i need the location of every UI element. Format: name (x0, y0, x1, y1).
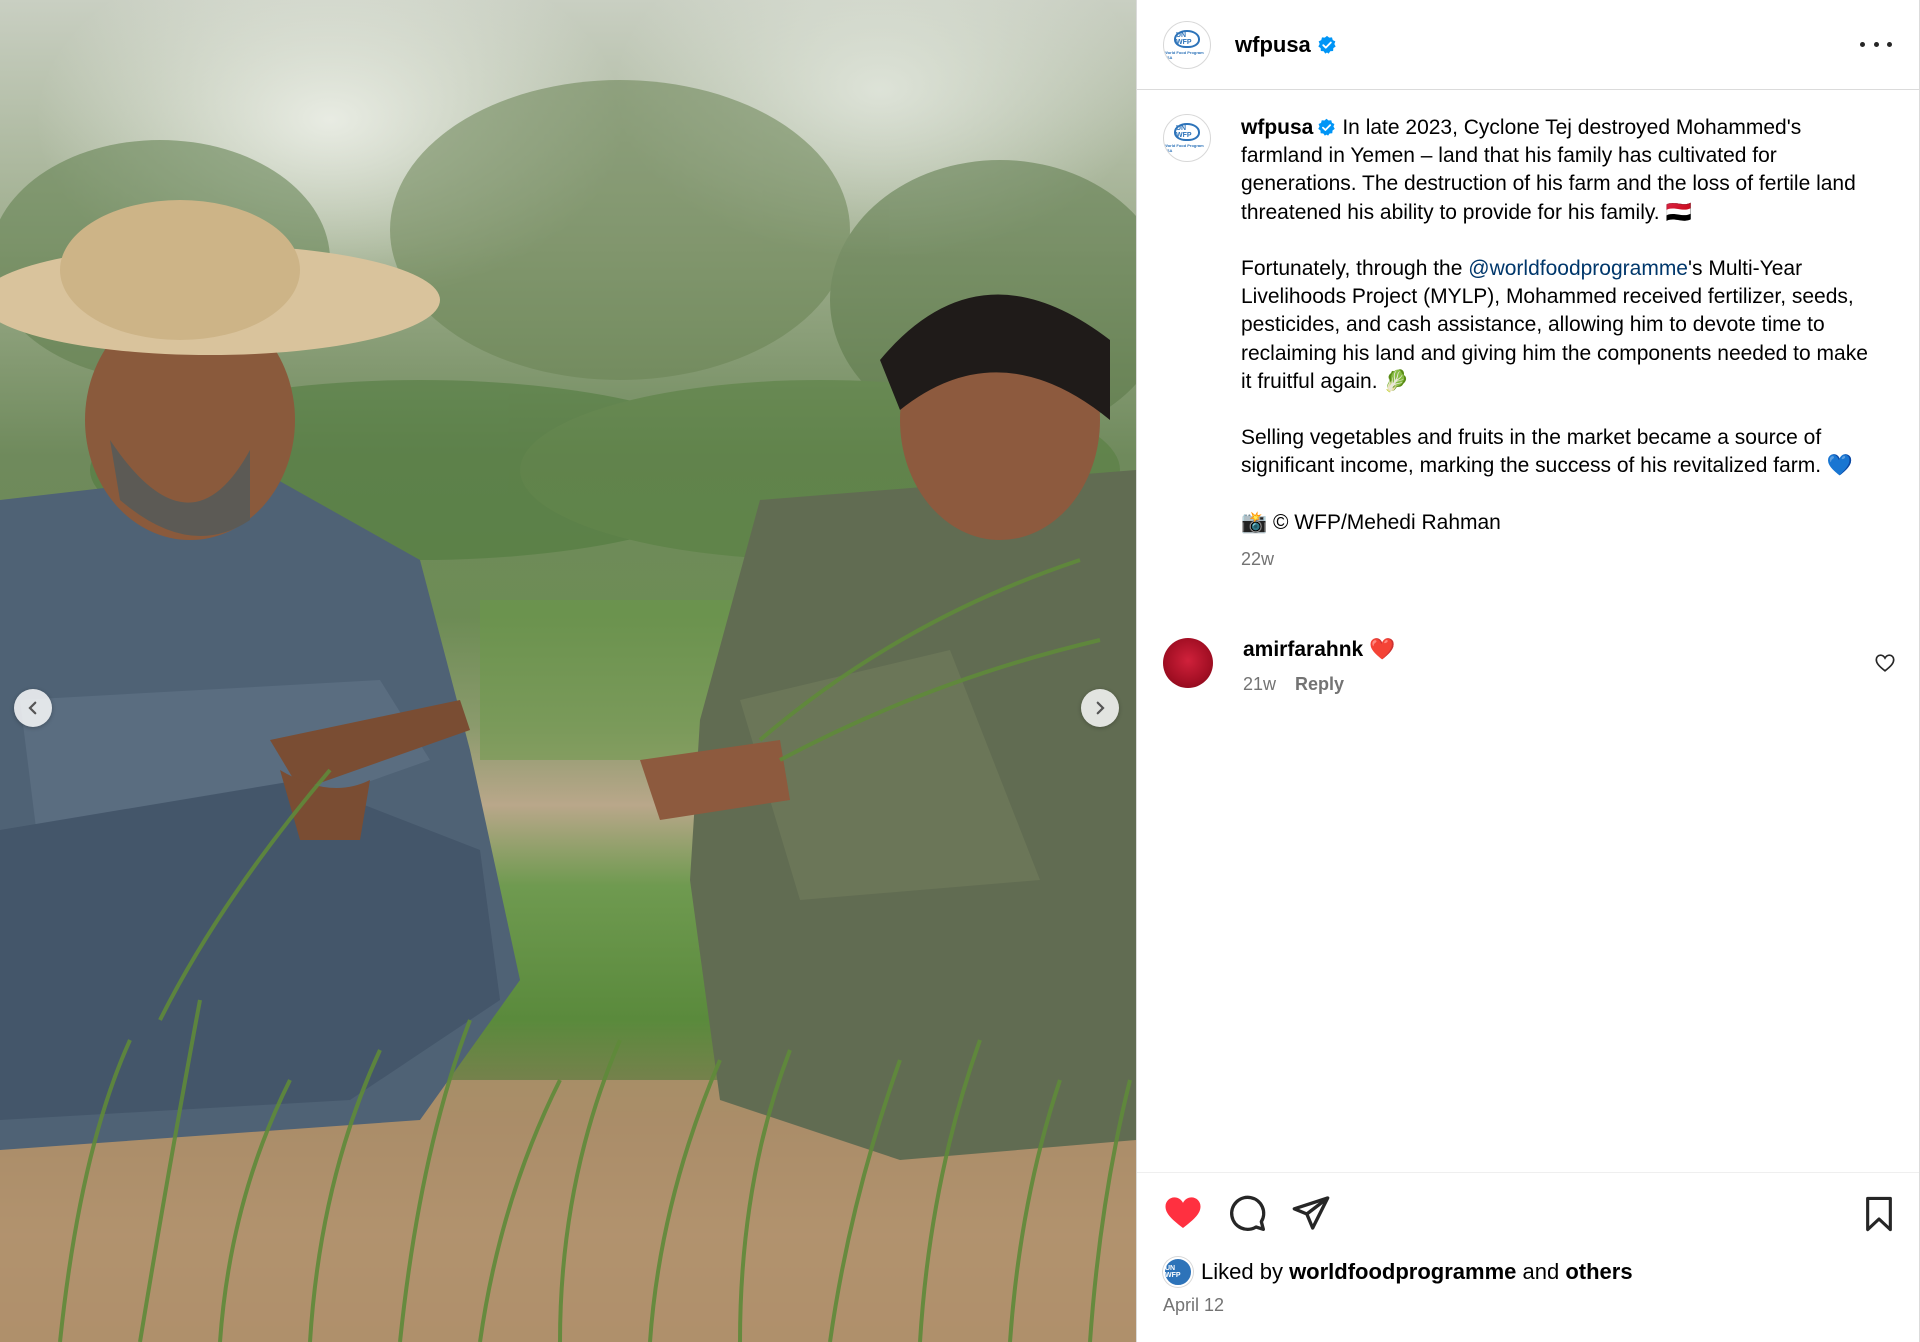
caption: UN WFP World Food Program USA wfpusa In l… (1163, 114, 1903, 570)
post-photo (0, 0, 1136, 1342)
like-heart-icon[interactable] (1163, 1193, 1203, 1233)
liked-user-link[interactable]: worldfoodprogramme (1289, 1259, 1516, 1285)
next-image-button[interactable] (1081, 689, 1119, 727)
chevron-right-icon (1096, 701, 1105, 715)
post-date[interactable]: April 12 (1163, 1295, 1224, 1316)
post-header: UN WFP World Food Program USA wfpusa (1137, 0, 1920, 90)
more-dot-icon (1887, 41, 1892, 47)
comment-bubble-icon[interactable] (1227, 1193, 1267, 1233)
caption-body: wfpusa In late 2023, Cyclone Tej destroye… (1241, 114, 1881, 570)
mention-link[interactable]: @worldfoodprogramme (1468, 257, 1688, 280)
action-bar (1163, 1193, 1355, 1233)
caption-text: wfpusa In late 2023, Cyclone Tej destroye… (1241, 114, 1881, 537)
liked-by: UN WFP Liked by worldfoodprogramme and o… (1163, 1257, 1633, 1287)
more-dot-icon (1860, 41, 1865, 47)
comment-username[interactable]: amirfarahnk (1243, 638, 1363, 661)
previous-image-button[interactable] (14, 689, 52, 727)
caption-paragraph-2-start: Fortunately, through the (1241, 257, 1469, 281)
comment-line: amirfarahnk ❤️ (1243, 638, 1395, 662)
chevron-left-icon (28, 701, 37, 715)
comment-timestamp[interactable]: 21w (1243, 674, 1276, 694)
post-actions-section: UN WFP Liked by worldfoodprogramme and o… (1137, 1172, 1920, 1342)
man-figure (0, 200, 520, 1150)
photo-illustration (0, 80, 1136, 1342)
caption-paragraph-4: 📸 © WFP/Mehedi Rahman (1241, 510, 1501, 534)
post-username[interactable]: wfpusa (1235, 32, 1311, 58)
caption-timestamp[interactable]: 22w (1241, 549, 1881, 570)
more-dot-icon (1873, 41, 1879, 47)
post-side-panel: UN WFP World Food Program USA wfpusa UN … (1136, 0, 1920, 1342)
commenter-avatar[interactable] (1163, 638, 1213, 688)
share-send-icon[interactable] (1291, 1193, 1331, 1233)
save-bookmark-icon[interactable] (1862, 1195, 1896, 1233)
reply-button[interactable]: Reply (1295, 674, 1344, 694)
wfp-logo-icon[interactable]: UN WFP World Food Program USA (1163, 20, 1211, 69)
liked-prefix: Liked by (1201, 1259, 1290, 1284)
avatar-logo-subtext: World Food Program USA (1164, 49, 1204, 60)
caption-paragraph-3: Selling vegetables and fruits in the mar… (1241, 426, 1854, 478)
comment-meta: 21w Reply (1243, 674, 1395, 695)
caption-username[interactable]: wfpusa (1241, 116, 1313, 139)
avatar-logo-subtext: World Food Program USA (1164, 143, 1204, 153)
comment-text: ❤️ (1369, 638, 1396, 661)
liked-and: and (1516, 1259, 1566, 1284)
more-options-button[interactable] (1860, 30, 1892, 58)
comment-body: amirfarahnk ❤️ 21w Reply (1243, 638, 1395, 695)
verified-badge-icon (1318, 118, 1336, 136)
liker-avatar[interactable]: UN WFP (1163, 1257, 1193, 1287)
avatar-logo-mark: UN WFP (1174, 123, 1200, 141)
avatar-logo-mark: UN WFP (1174, 29, 1200, 48)
comment: amirfarahnk ❤️ 21w Reply (1163, 638, 1903, 695)
liked-others-link[interactable]: others (1565, 1259, 1632, 1285)
verified-badge-icon (1318, 35, 1336, 54)
wfp-logo-icon[interactable]: UN WFP World Food Program USA (1163, 114, 1211, 162)
comment-like-heart-icon[interactable] (1874, 652, 1896, 674)
